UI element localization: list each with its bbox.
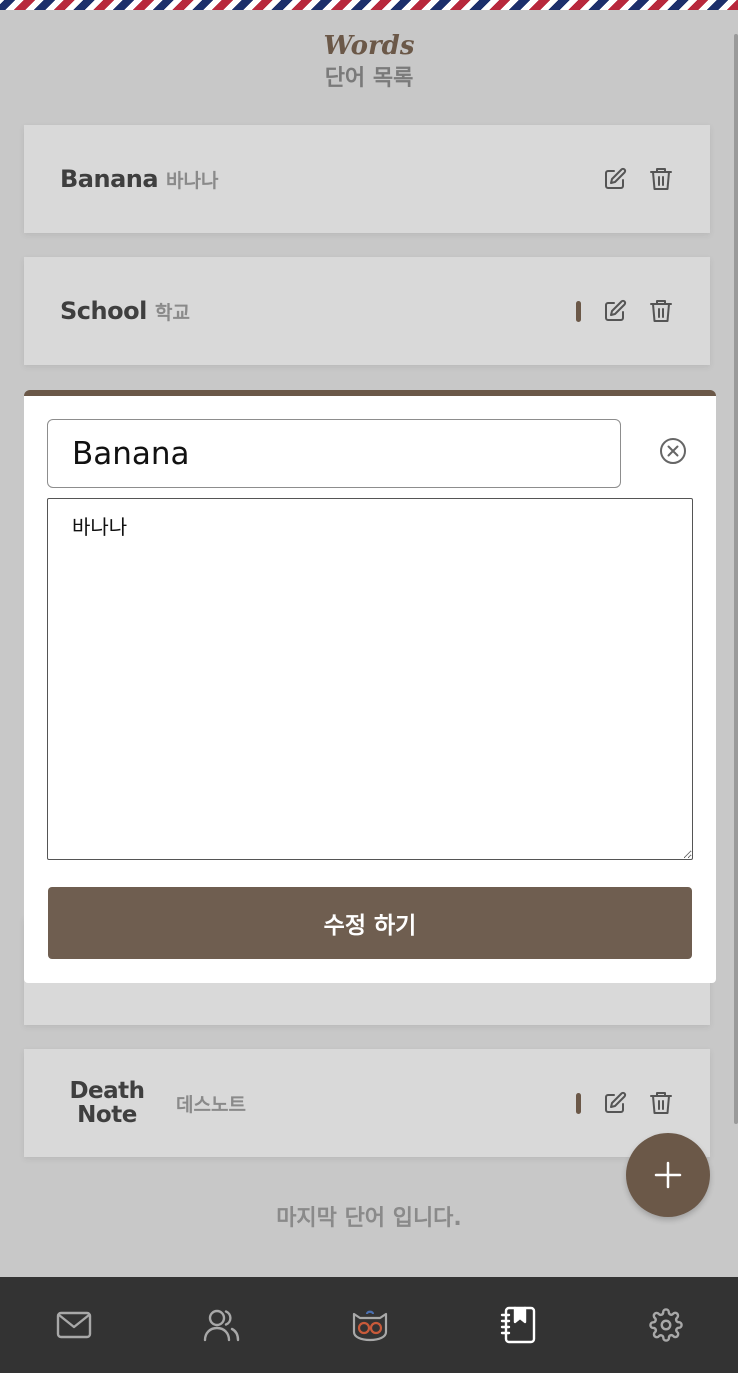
friends-icon[interactable]	[202, 1305, 242, 1345]
word-text: Death Note	[69, 1049, 145, 1157]
word-text: Banana	[60, 165, 159, 193]
trash-icon[interactable]	[648, 165, 674, 193]
trash-icon[interactable]	[648, 297, 674, 325]
page-header: Words 단어 목록	[0, 28, 738, 94]
word-card-school[interactable]: School 학교	[24, 257, 710, 365]
trash-icon[interactable]	[648, 1089, 674, 1117]
end-of-list-text: 마지막 단어 입니다.	[276, 1206, 462, 1231]
word-card-banana[interactable]: Banana 바나나	[24, 125, 710, 233]
word-text-line-2: Note	[77, 1102, 137, 1128]
airmail-border	[0, 0, 738, 10]
edit-icon[interactable]	[602, 165, 628, 193]
edit-word-panel: 바나나 수정 하기	[24, 390, 716, 983]
scrollbar[interactable]	[734, 34, 738, 1124]
word-meaning: 학교	[155, 301, 190, 324]
edit-icon[interactable]	[602, 1089, 628, 1117]
drag-handle[interactable]	[576, 301, 581, 322]
edit-icon[interactable]	[602, 297, 628, 325]
bottom-nav	[0, 1277, 738, 1373]
settings-icon[interactable]	[646, 1305, 686, 1345]
meaning-textarea[interactable]: 바나나	[47, 498, 693, 860]
edit-submit-button[interactable]: 수정 하기	[48, 887, 692, 959]
word-text: School	[60, 297, 147, 325]
page-title: Words	[323, 31, 415, 61]
mail-icon[interactable]	[54, 1305, 94, 1345]
word-book-icon[interactable]	[498, 1305, 538, 1345]
word-meaning: 바나나	[166, 169, 219, 192]
page-subtitle: 단어 목록	[324, 66, 414, 91]
word-text-line-1: Death	[69, 1078, 145, 1104]
close-icon[interactable]	[658, 436, 688, 466]
word-input[interactable]	[47, 419, 621, 488]
word-card-death-note[interactable]: Death Note 데스노트	[24, 1049, 710, 1157]
drag-handle[interactable]	[576, 1093, 581, 1114]
word-meaning: 데스노트	[176, 1093, 246, 1116]
add-word-button[interactable]	[626, 1133, 710, 1217]
plus-icon	[654, 1161, 682, 1189]
owl-icon[interactable]	[350, 1305, 390, 1345]
